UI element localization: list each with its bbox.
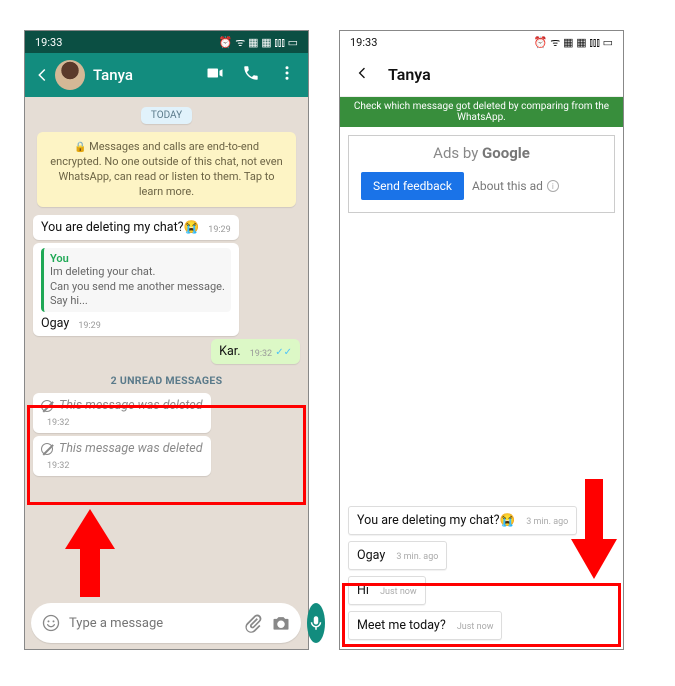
send-feedback-button[interactable]: Send feedback: [361, 172, 464, 200]
deleted-icon: [41, 443, 53, 455]
incoming-message[interactable]: You are deleting my chat?😭 19:29: [33, 215, 239, 240]
mic-button[interactable]: [307, 603, 325, 643]
list-item[interactable]: Meet me today? Just now: [348, 611, 502, 640]
back-icon[interactable]: [354, 65, 370, 85]
status-time: 19:33: [35, 36, 62, 49]
whatsapp-screen: 19:33 ⏰ ᯤ ▦ ▦ ⫾⫾⫾ ▭ Tanya TODAY 🔒 Messag…: [24, 30, 309, 650]
chat-body[interactable]: TODAY 🔒 Messages and calls are end-to-en…: [25, 97, 308, 597]
more-menu-icon[interactable]: [278, 64, 296, 86]
deleted-icon: [41, 400, 53, 412]
status-icons: ⏰ ᯤ ▦ ▦ ⫾⫾⫾ ▭: [534, 35, 613, 50]
status-time: 19:33: [350, 36, 377, 49]
avatar[interactable]: [55, 60, 85, 90]
voice-call-icon[interactable]: [242, 64, 260, 86]
recovered-messages-list[interactable]: You are deleting my chat?😭 3 min. ago Og…: [340, 221, 623, 649]
day-label: TODAY: [141, 107, 192, 124]
instruction-banner: Check which message got deleted by compa…: [340, 97, 623, 127]
ads-container: Ads by Google Send feedback About this a…: [348, 135, 615, 213]
app-header: Tanya: [340, 53, 623, 97]
status-icons: ⏰ ᯤ ▦ ▦ ⫾⫾⫾ ▭: [219, 35, 298, 50]
outgoing-message[interactable]: Kar. 19:32 ✓✓: [211, 339, 300, 364]
deleted-message[interactable]: This message was deleted 19:32: [33, 393, 211, 433]
encryption-notice[interactable]: 🔒 Messages and calls are end-to-end encr…: [37, 132, 296, 207]
contact-name: Tanya: [388, 65, 431, 84]
list-item[interactable]: Hi Just now: [348, 576, 426, 605]
read-ticks-icon: ✓✓: [275, 347, 292, 358]
back-icon[interactable]: [33, 65, 53, 85]
message-input[interactable]: [69, 616, 235, 631]
recovery-app-screen: 19:33 ⏰ ᯤ ▦ ▦ ⫾⫾⫾ ▭ Tanya Check which me…: [339, 30, 624, 650]
message-input-container: [31, 603, 301, 643]
emoji-icon[interactable]: [41, 613, 61, 633]
up-arrow-icon: [65, 509, 115, 597]
video-call-icon[interactable]: [206, 64, 224, 86]
unread-divider: 2 UNREAD MESSAGES: [33, 374, 300, 387]
status-bar: 19:33 ⏰ ᯤ ▦ ▦ ⫾⫾⫾ ▭: [340, 31, 623, 53]
ads-title: Ads by Google: [349, 136, 614, 172]
contact-name[interactable]: Tanya: [93, 66, 206, 84]
lock-icon: 🔒: [74, 142, 86, 153]
deleted-message[interactable]: This message was deleted 19:32: [33, 436, 211, 476]
about-ad-link[interactable]: About this ad i: [472, 179, 559, 193]
attach-icon[interactable]: [243, 613, 263, 633]
input-bar: [25, 597, 308, 649]
down-arrow-icon: [571, 479, 617, 579]
chat-header: Tanya: [25, 53, 308, 97]
incoming-message-reply[interactable]: You Im deleting your chat. Can you send …: [33, 243, 239, 336]
camera-icon[interactable]: [271, 613, 291, 633]
info-icon: i: [547, 180, 559, 192]
list-item[interactable]: You are deleting my chat?😭 3 min. ago: [348, 506, 577, 535]
quoted-block: You Im deleting your chat. Can you send …: [41, 248, 231, 312]
status-bar: 19:33 ⏰ ᯤ ▦ ▦ ⫾⫾⫾ ▭: [25, 31, 308, 53]
list-item[interactable]: Ogay 3 min. ago: [348, 541, 447, 570]
